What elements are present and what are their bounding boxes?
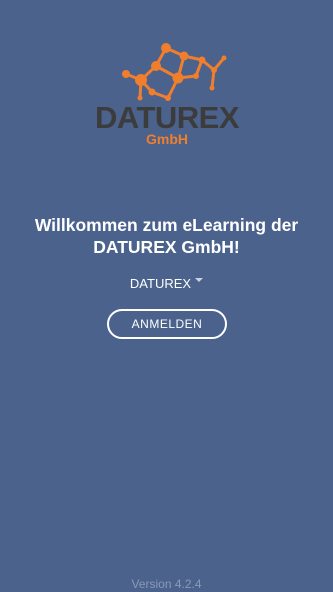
welcome-line-2: DATUREX GmbH!	[93, 237, 240, 257]
version-label: Version 4.2.4	[131, 577, 202, 591]
daturex-logo: DATUREX GmbH	[88, 36, 246, 148]
dropdown-caret-icon	[195, 278, 204, 282]
login-screen: DATUREX GmbH Willkommen zum eLearning de…	[0, 0, 333, 592]
tenant-selector-value: DATUREX	[129, 276, 192, 291]
welcome-heading: Willkommen zum eLearning der DATUREX Gmb…	[10, 214, 323, 258]
welcome-line-1: Willkommen zum eLearning der	[34, 215, 299, 235]
tenant-selector-inner[interactable]: DATUREX	[129, 275, 204, 293]
tenant-selector[interactable]: DATUREX	[0, 275, 333, 293]
network-molecule-icon	[124, 46, 226, 100]
logo-wordmark: DATUREX	[95, 100, 240, 135]
login-button[interactable]: ANMELDEN	[107, 309, 227, 339]
logo-suffix: GmbH	[146, 131, 188, 147]
